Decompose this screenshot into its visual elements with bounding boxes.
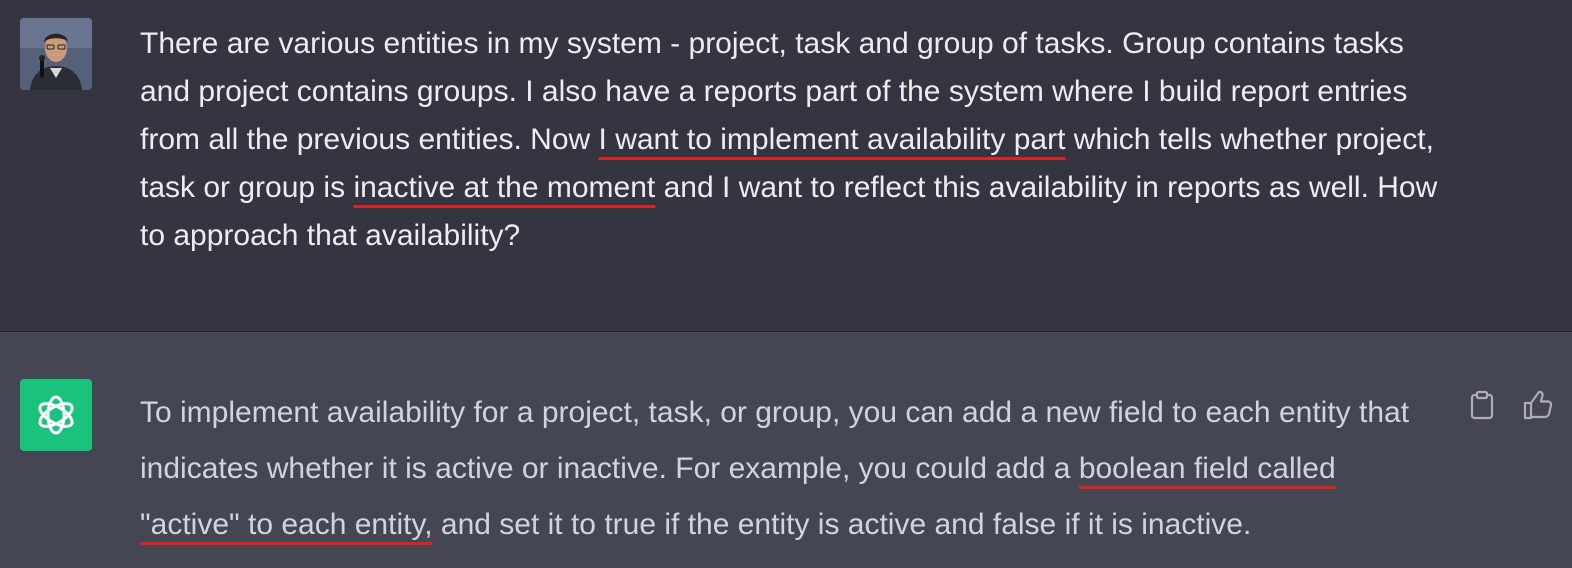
user-photo-icon	[20, 18, 92, 90]
annotation-underline-2: inactive at the moment	[353, 171, 656, 204]
assistant-message-text: To implement availability for a project,…	[140, 385, 1440, 553]
openai-logo-icon	[38, 395, 74, 435]
user-message: There are various entities in my system …	[0, 0, 1572, 332]
user-avatar	[20, 18, 92, 90]
thumbs-up-icon	[1523, 390, 1553, 420]
clipboard-icon	[1470, 390, 1494, 420]
annotation-underline-1: I want to implement availability part	[598, 123, 1066, 156]
copy-button[interactable]	[1464, 387, 1500, 423]
thumbs-up-button[interactable]	[1520, 387, 1556, 423]
assistant-avatar	[20, 379, 92, 451]
assistant-message: To implement availability for a project,…	[0, 332, 1572, 568]
assistant-text-part-2: and set it to true if the entity is acti…	[432, 508, 1252, 541]
user-message-text: There are various entities in my system …	[140, 20, 1440, 260]
